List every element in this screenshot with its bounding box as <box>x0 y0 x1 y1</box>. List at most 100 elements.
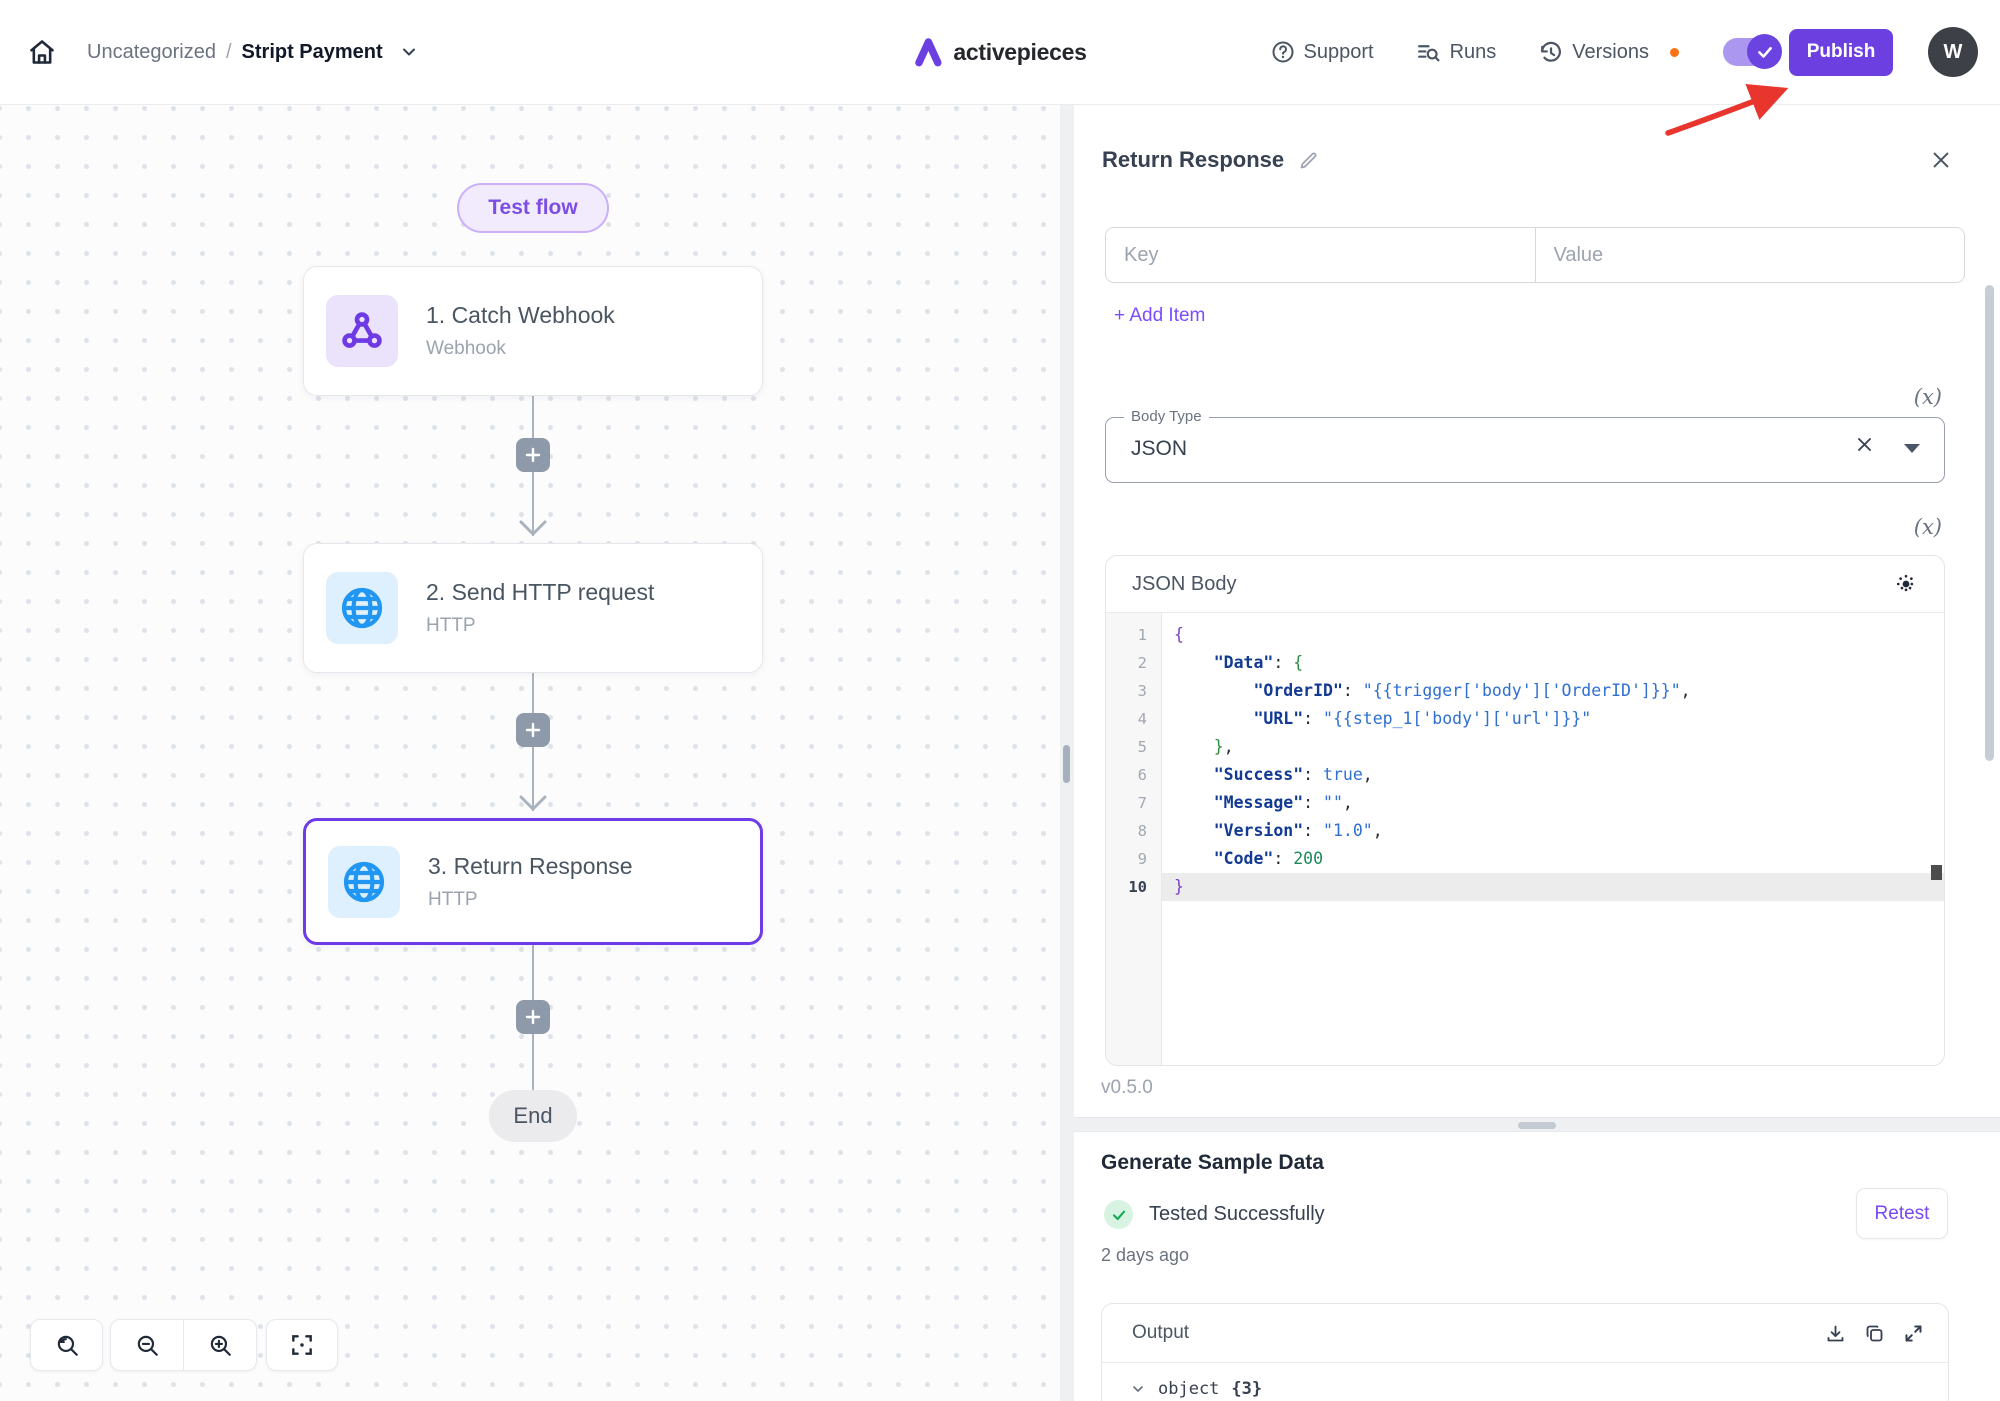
expand-icon[interactable] <box>1903 1323 1924 1344</box>
zoom-out-icon <box>134 1332 160 1358</box>
output-card: Output object {3} <box>1101 1303 1949 1401</box>
code-line: "URL": "{{step_1['body']['url']}}" <box>1162 705 1944 733</box>
chevron-down-icon <box>1130 1381 1146 1397</box>
home-button[interactable] <box>25 35 59 69</box>
runs-label: Runs <box>1450 41 1497 64</box>
flow-name[interactable]: Stript Payment <box>242 41 383 64</box>
dropdown-caret-icon[interactable] <box>1904 444 1920 453</box>
avatar[interactable]: W <box>1928 27 1978 77</box>
home-icon <box>28 38 56 66</box>
step-text: 1. Catch Webhook Webhook <box>426 302 615 360</box>
flow-canvas: Test flow 1. Catch Webhook Webhook 2. Se… <box>0 105 1060 1401</box>
flow-builder-screen: Uncategorized / Stript Payment activepie… <box>0 0 2000 1401</box>
zoom-in-icon <box>207 1332 233 1358</box>
code-line: "Message": "", <box>1162 789 1944 817</box>
step-card-send-http[interactable]: 2. Send HTTP request HTTP <box>303 543 763 673</box>
line-number: 5 <box>1106 733 1161 761</box>
add-step-button-2[interactable] <box>516 713 550 747</box>
step-title: 1. Catch Webhook <box>426 302 615 329</box>
breadcrumb-folder[interactable]: Uncategorized <box>87 41 216 64</box>
panel-scrollbar-thumb[interactable] <box>1985 285 1994 761</box>
code-scrollbar-thumb[interactable] <box>1931 865 1942 880</box>
code-line: }, <box>1162 733 1944 761</box>
history-icon <box>1538 40 1563 65</box>
line-number: 1 <box>1106 621 1161 649</box>
edit-pencil-icon[interactable] <box>1298 150 1319 171</box>
output-label: Output <box>1132 1322 1189 1344</box>
globe-icon <box>328 846 400 918</box>
flow-enabled-toggle[interactable] <box>1723 38 1779 66</box>
code-line: "Success": true, <box>1162 761 1944 789</box>
line-number-gutter: 12345678910 <box>1106 613 1162 1066</box>
code-line: } <box>1162 873 1944 901</box>
support-button[interactable]: Support <box>1271 40 1374 64</box>
fit-view-icon <box>289 1332 315 1358</box>
code-line: "OrderID": "{{trigger['body']['OrderID']… <box>1162 677 1944 705</box>
code-line: "Version": "1.0", <box>1162 817 1944 845</box>
panel-resize-handle[interactable] <box>1063 745 1070 783</box>
brand: activepieces <box>913 0 1086 104</box>
zoom-in-button[interactable] <box>184 1320 256 1370</box>
support-label: Support <box>1304 41 1374 64</box>
add-item-button[interactable]: + Add Item <box>1114 305 1205 327</box>
copy-icon[interactable] <box>1864 1323 1885 1344</box>
unpublished-changes-dot <box>1670 48 1679 57</box>
generate-sample-data-heading: Generate Sample Data <box>1101 1151 1324 1175</box>
zoom-out-button[interactable] <box>111 1320 183 1370</box>
edge-arrowhead-icon <box>519 795 547 811</box>
test-status-row: Tested Successfully <box>1104 1200 1325 1229</box>
success-check-icon <box>1104 1200 1133 1229</box>
add-step-button-3[interactable] <box>516 1000 550 1034</box>
step-text: 2. Send HTTP request HTTP <box>426 579 654 637</box>
test-status-label: Tested Successfully <box>1149 1203 1325 1226</box>
line-number: 8 <box>1106 817 1161 845</box>
dynamic-value-toggle-icon[interactable]: (x) <box>1914 385 1942 409</box>
output-tree-node[interactable]: object {3} <box>1102 1363 1948 1399</box>
section-resize-handle[interactable] <box>1518 1122 1556 1129</box>
versions-button[interactable]: Versions <box>1538 40 1679 65</box>
code-editor-area[interactable]: 12345678910 { "Data": { "OrderID": "{{tr… <box>1106 613 1944 1066</box>
dynamic-value-toggle-icon[interactable]: (x) <box>1914 515 1942 539</box>
zoom-reset-icon <box>54 1332 80 1358</box>
test-flow-button[interactable]: Test flow <box>457 183 609 233</box>
json-body-editor: JSON Body 12345678910 { "Data": { "Order… <box>1105 555 1945 1066</box>
step-card-return-response[interactable]: 3. Return Response HTTP <box>303 818 763 945</box>
body-type-value: JSON <box>1131 437 1187 461</box>
body-type-select[interactable]: Body Type JSON <box>1105 417 1945 483</box>
fit-view-button[interactable] <box>267 1320 337 1370</box>
panel-resize-divider <box>1060 105 1074 1401</box>
publish-button[interactable]: Publish <box>1789 29 1893 76</box>
step-title: 2. Send HTTP request <box>426 579 654 606</box>
piece-version: v0.5.0 <box>1101 1077 1153 1099</box>
canvas-controls-reset <box>30 1319 103 1371</box>
retest-button[interactable]: Retest <box>1856 1188 1948 1239</box>
topbar-right: Support Runs Versions Publish <box>1271 0 1978 104</box>
line-number: 4 <box>1106 705 1161 733</box>
output-actions <box>1825 1323 1924 1344</box>
zoom-reset-button[interactable] <box>31 1320 102 1370</box>
edge-arrowhead-icon <box>519 520 547 536</box>
step-card-catch-webhook[interactable]: 1. Catch Webhook Webhook <box>303 266 763 396</box>
close-icon <box>1930 149 1952 171</box>
clear-selection-icon[interactable] <box>1855 435 1874 454</box>
body-type-legend: Body Type <box>1124 408 1209 425</box>
step-subtitle: Webhook <box>426 338 615 360</box>
runs-button[interactable]: Runs <box>1416 40 1497 65</box>
versions-label: Versions <box>1572 41 1649 64</box>
step-text: 3. Return Response HTTP <box>428 853 633 911</box>
output-header: Output <box>1102 1304 1948 1363</box>
node-type: object <box>1158 1379 1219 1399</box>
list-search-icon <box>1416 40 1441 65</box>
json-body-header: JSON Body <box>1106 556 1944 613</box>
key-input[interactable] <box>1106 228 1535 282</box>
chevron-down-icon[interactable] <box>399 42 419 62</box>
close-panel-button[interactable] <box>1930 149 1952 171</box>
value-input[interactable] <box>1536 228 1965 282</box>
download-icon[interactable] <box>1825 1323 1846 1344</box>
canvas-controls-fit <box>266 1319 338 1371</box>
sparkle-icon[interactable] <box>1894 572 1918 596</box>
add-step-button-1[interactable] <box>516 438 550 472</box>
check-icon <box>1756 43 1774 61</box>
canvas-controls-zoom <box>110 1319 257 1371</box>
topbar: Uncategorized / Stript Payment activepie… <box>0 0 2000 105</box>
